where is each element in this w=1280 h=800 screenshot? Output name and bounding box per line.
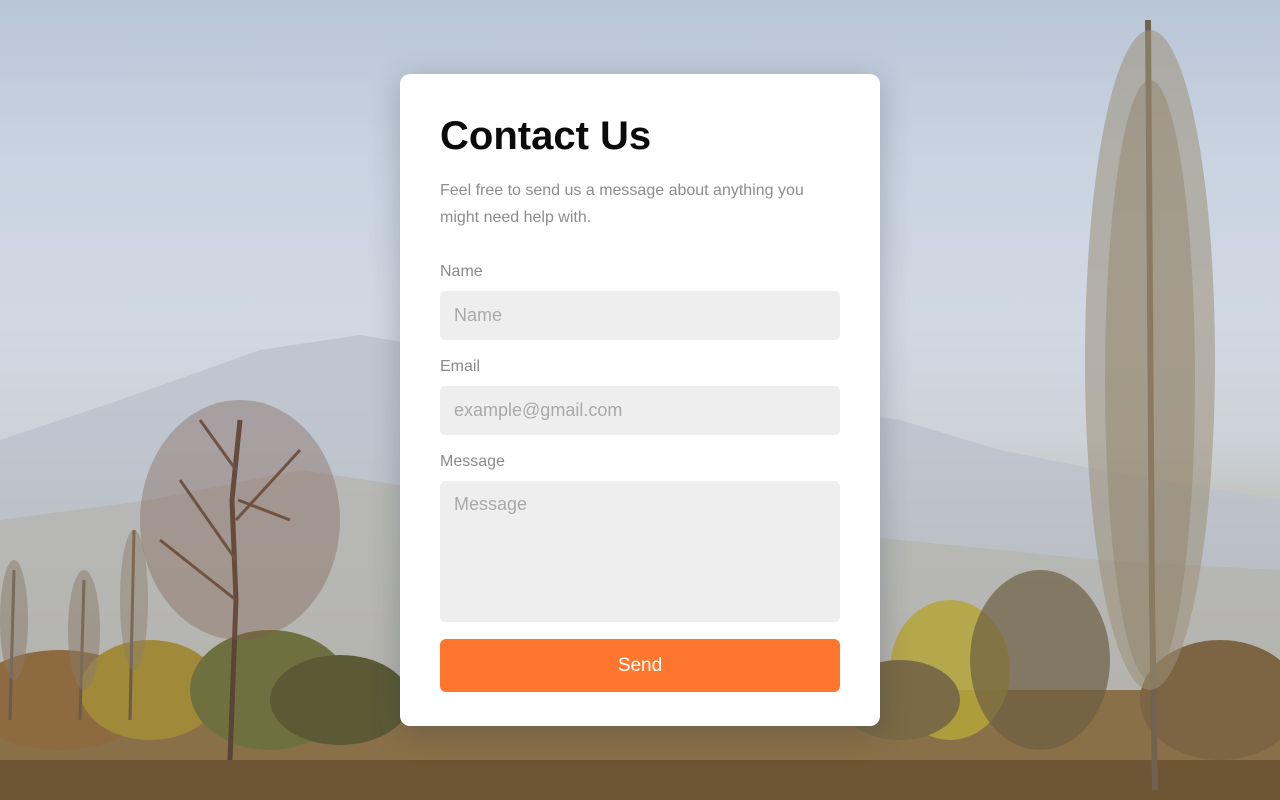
subtitle: Feel free to send us a message about any… — [440, 182, 804, 226]
message-field[interactable] — [440, 481, 840, 622]
email-field[interactable] — [440, 386, 840, 435]
send-button[interactable]: Send — [440, 639, 840, 692]
contact-card: Contact Us Feel free to send us a messag… — [400, 74, 880, 726]
message-label: Message — [440, 453, 505, 470]
page-title: Contact Us — [440, 114, 652, 158]
email-label: Email — [440, 358, 481, 375]
name-label: Name — [440, 263, 483, 280]
background-landscape: Contact Us Feel free to send us a messag… — [0, 0, 1280, 800]
name-field[interactable] — [440, 291, 840, 340]
